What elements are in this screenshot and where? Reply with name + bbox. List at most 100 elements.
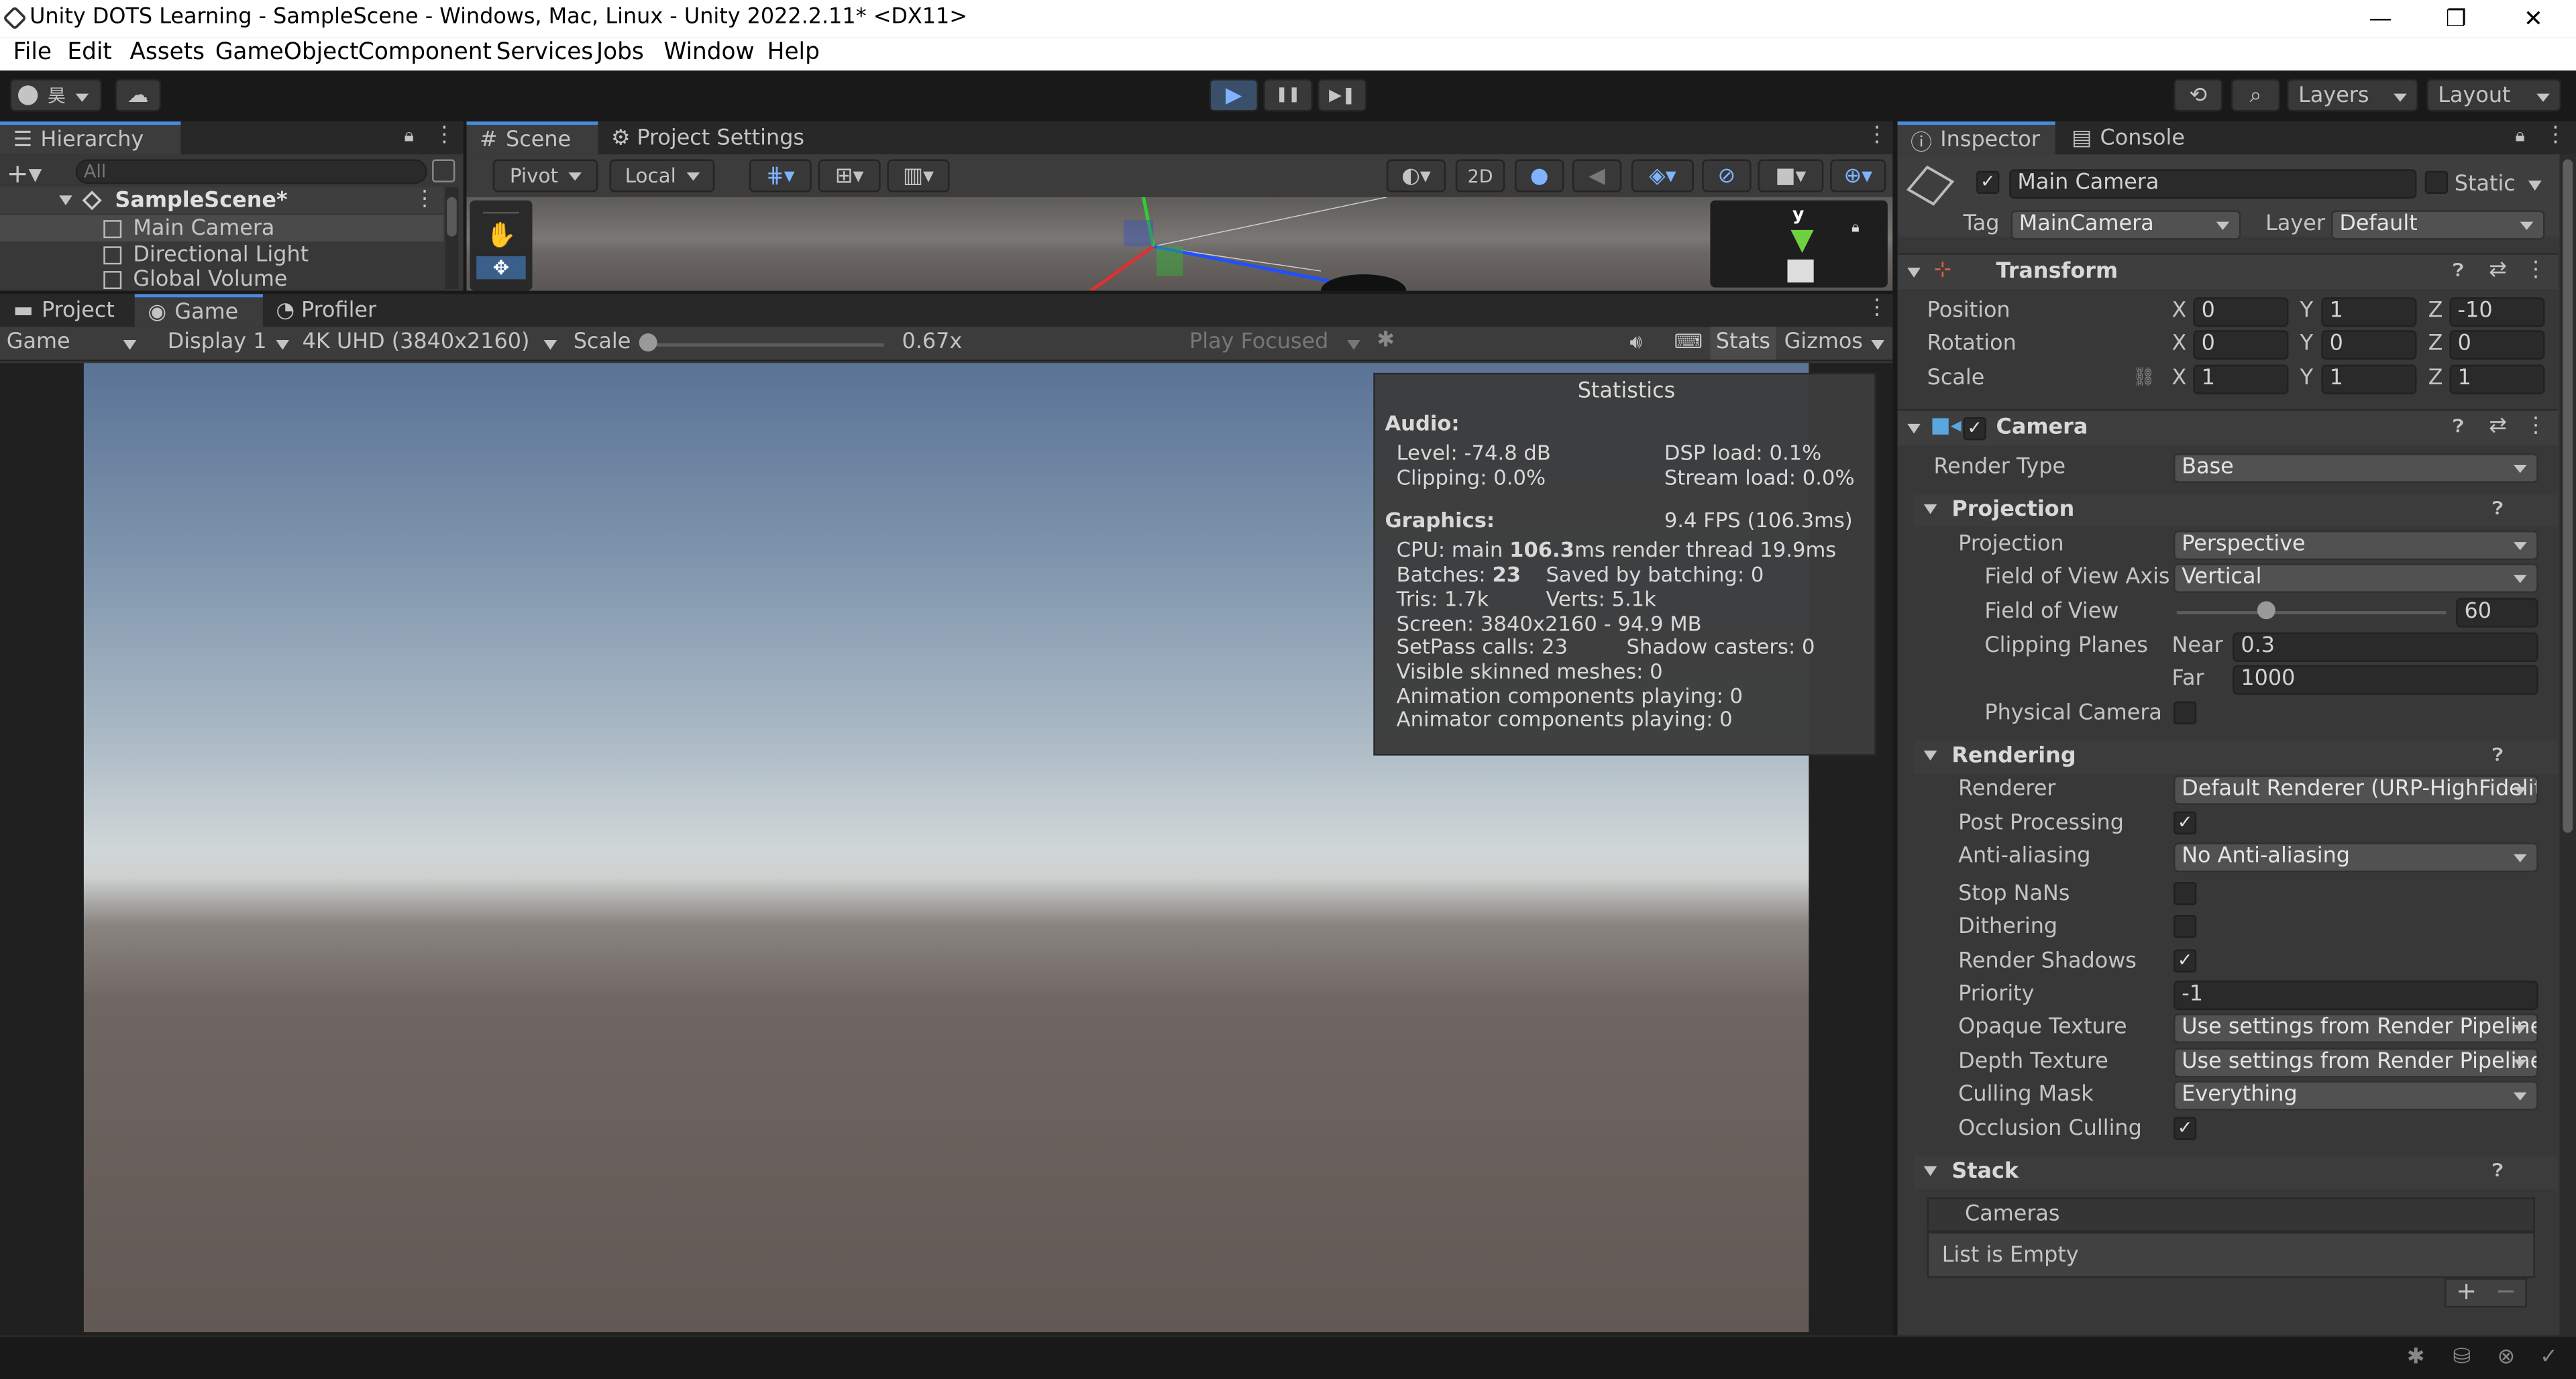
gizmos-dropdown[interactable]: Gizmos	[1784, 330, 1863, 355]
keyboard-icon[interactable]: ⌨	[1674, 330, 1703, 353]
component-menu-icon[interactable]: ⋮	[2525, 414, 2546, 439]
tab-project-settings[interactable]: ⚙ Project Settings	[598, 121, 817, 154]
stats-toggle[interactable]: Stats	[1710, 327, 1776, 360]
position-y-input[interactable]: 1	[2321, 297, 2417, 327]
stack-section-header[interactable]: Stack ❓︎	[1914, 1156, 2559, 1190]
menu-assets[interactable]: Assets	[129, 40, 205, 66]
increment-snap-button[interactable]: ⊞▾	[818, 159, 881, 192]
depth-texture-dropdown[interactable]: Use settings from Render Pipeline A	[2174, 1048, 2538, 1078]
hierarchy-item-global-volume[interactable]: Global Volume	[0, 268, 443, 290]
history-button[interactable]: ⟲	[2174, 78, 2223, 112]
post-processing-checkbox[interactable]: ✓	[2174, 811, 2197, 835]
grid-snap-button[interactable]: ⋕▾	[749, 159, 812, 192]
gizmos-toggle[interactable]: ⊕▾	[1830, 159, 1886, 192]
view-dropdown[interactable]: Game	[7, 330, 70, 355]
add-button[interactable]: +▾	[7, 158, 42, 189]
collapse-icon[interactable]	[1907, 423, 1921, 434]
position-z-input[interactable]: -10	[2449, 297, 2545, 327]
gizmo-cube[interactable]	[1787, 259, 1814, 283]
renderer-dropdown[interactable]: Default Renderer (URP-HighFidelit	[2174, 775, 2538, 806]
tab-scene[interactable]: # Scene	[466, 121, 598, 155]
scale-z-input[interactable]: 1	[2449, 364, 2545, 394]
menu-component[interactable]: Component	[358, 40, 492, 66]
help-icon[interactable]: ❓︎	[2492, 744, 2503, 767]
object-active-checkbox[interactable]: ✓	[1976, 170, 2000, 194]
bug-icon[interactable]: ✱	[1377, 329, 1395, 353]
restore-button[interactable]: ❐	[2418, 0, 2494, 38]
tab-game[interactable]: ◉ Game	[134, 294, 263, 327]
collapse-icon[interactable]	[1907, 268, 1921, 278]
hierarchy-scrollbar[interactable]	[445, 187, 459, 290]
network-icon[interactable]: ⊗	[2497, 1345, 2515, 1370]
search-options-icon[interactable]	[432, 159, 455, 182]
orientation-gizmo[interactable]: y 🔒︎	[1710, 200, 1888, 288]
rotation-y-input[interactable]: 0	[2321, 330, 2417, 360]
more-menu-icon[interactable]: ⋮	[2544, 123, 2566, 148]
shading-mode-button[interactable]: ◐▾	[1386, 159, 1446, 192]
hierarchy-search-input[interactable]: All	[75, 159, 427, 184]
tab-profiler[interactable]: ◔ Profiler	[263, 294, 390, 327]
static-dropdown-icon[interactable]	[2528, 180, 2542, 191]
lock-icon[interactable]: 🔒︎	[1851, 220, 1860, 236]
y-axis-cone[interactable]	[1790, 229, 1814, 254]
layout-dropdown[interactable]: Layout	[2426, 78, 2561, 112]
scene-row[interactable]: SampleScene* ⋮	[0, 187, 444, 214]
menu-file[interactable]: File	[13, 40, 52, 66]
projection-section-header[interactable]: Projection ❓︎	[1914, 494, 2559, 528]
more-menu-icon[interactable]: ⋮	[1866, 123, 1888, 148]
menu-jobs[interactable]: Jobs	[596, 40, 644, 66]
cloud-button[interactable]: ☁	[115, 78, 162, 112]
fov-slider-track[interactable]	[2176, 611, 2447, 614]
camera-settings-button[interactable]: ■▾	[1758, 159, 1824, 192]
tag-dropdown[interactable]: MainCamera	[2010, 210, 2241, 240]
static-checkbox[interactable]	[2424, 170, 2448, 194]
constrain-proportions-icon[interactable]: ⛓	[2133, 366, 2155, 388]
debug-icon[interactable]: ✱	[2407, 1345, 2425, 1370]
tab-console[interactable]: ▤ Console	[2059, 121, 2198, 154]
lock-icon[interactable]: 🔒︎	[2515, 125, 2524, 148]
tab-hierarchy[interactable]: ☰ Hierarchy	[0, 121, 181, 155]
more-menu-icon[interactable]: ⋮	[434, 123, 455, 148]
help-icon[interactable]: ❓︎	[2453, 416, 2463, 439]
expand-icon[interactable]	[59, 195, 72, 206]
resolution-dropdown[interactable]: 4K UHD (3840x2160)	[303, 330, 530, 355]
layers-dropdown[interactable]: Layers	[2286, 78, 2418, 112]
stop-nans-checkbox[interactable]	[2174, 882, 2197, 905]
menu-help[interactable]: Help	[767, 40, 820, 66]
lock-icon[interactable]: 🔒︎	[404, 125, 413, 148]
visibility-toggle[interactable]: ⊘	[1702, 159, 1752, 192]
near-input[interactable]: 0.3	[2233, 632, 2538, 662]
play-button[interactable]: ▶	[1209, 78, 1258, 112]
move-tool-icon[interactable]: ✥	[476, 256, 526, 280]
ruler-button[interactable]: ▥▾	[887, 159, 950, 192]
preset-icon[interactable]: ⇄	[2489, 414, 2507, 439]
object-name-input[interactable]: Main Camera	[2009, 169, 2417, 199]
occlusion-culling-checkbox[interactable]: ✓	[2174, 1117, 2197, 1140]
fov-input[interactable]: 60	[2456, 598, 2538, 628]
collapse-icon[interactable]	[1923, 1166, 1937, 1176]
menu-window[interactable]: Window	[663, 40, 754, 66]
lighting-toggle[interactable]: ●	[1514, 159, 1564, 192]
minimize-button[interactable]: —	[2343, 0, 2418, 38]
more-menu-icon[interactable]: ⋮	[1866, 296, 1888, 321]
play-focused-dropdown[interactable]: Play Focused	[1189, 330, 1328, 355]
2d-toggle[interactable]: 2D	[1455, 159, 1505, 192]
collapse-icon[interactable]	[1923, 504, 1937, 514]
scene-view[interactable]: ✋ ✥ y 🔒︎	[466, 197, 1893, 291]
display-dropdown[interactable]: Display 1	[168, 330, 267, 355]
pause-button[interactable]: ❚❚	[1263, 78, 1313, 112]
priority-input[interactable]: -1	[2174, 981, 2538, 1011]
help-icon[interactable]: ❓︎	[2453, 260, 2463, 282]
render-type-dropdown[interactable]: Base	[2174, 453, 2538, 484]
camera-enabled-checkbox[interactable]: ✓	[1963, 417, 1986, 441]
position-x-input[interactable]: 0	[2193, 297, 2289, 327]
effects-button[interactable]: ◈▾	[1631, 159, 1694, 192]
local-dropdown[interactable]: Local	[609, 159, 715, 192]
tab-project[interactable]: ▬ Project	[0, 294, 135, 327]
check-icon[interactable]: ✓	[2540, 1345, 2558, 1370]
list-add-button[interactable]: +	[2456, 1276, 2477, 1306]
rotation-x-input[interactable]: 0	[2193, 330, 2289, 360]
component-menu-icon[interactable]: ⋮	[2525, 258, 2546, 282]
tab-inspector[interactable]: ⓘ Inspector	[1897, 121, 2055, 155]
projection-dropdown[interactable]: Perspective	[2174, 531, 2538, 561]
